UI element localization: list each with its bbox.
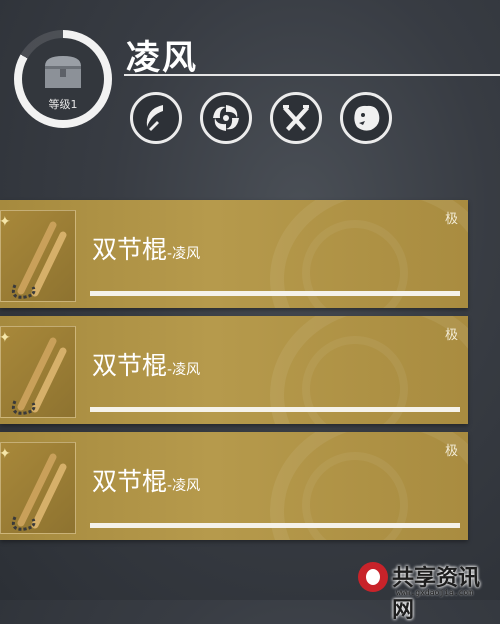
- item-name: 双节棍-凌风: [92, 351, 201, 380]
- chest-icon: [45, 56, 81, 88]
- level-label: 等级1: [48, 98, 78, 111]
- item-card[interactable]: ✦ 双节棍-凌风 极: [0, 316, 468, 424]
- skill-slot-4[interactable]: [340, 92, 392, 144]
- item-name: 双节棍-凌风: [92, 235, 201, 264]
- item-thumbnail: ✦: [0, 442, 76, 534]
- rarity-star-icon: ✦: [0, 214, 11, 230]
- character-header: 等级1 凌风: [0, 0, 500, 200]
- item-progress-bar: [90, 291, 460, 296]
- item-tier: 极: [444, 444, 458, 459]
- item-card[interactable]: ✦ 双节棍-凌风 极: [0, 200, 468, 308]
- watermark-logo-icon: [358, 562, 388, 592]
- item-tier: 极: [444, 212, 458, 227]
- item-progress-bar: [90, 407, 460, 412]
- crescent-slash-icon: [146, 105, 163, 131]
- name-divider: [124, 74, 500, 76]
- nunchaku-icon: [11, 337, 67, 415]
- rarity-star-icon: ✦: [0, 330, 11, 346]
- level-ring: 等级1: [14, 30, 112, 128]
- item-thumbnail: ✦: [0, 326, 76, 418]
- skill-slot-1[interactable]: [130, 92, 182, 144]
- item-suffix: -凌风: [167, 246, 201, 262]
- nunchaku-icon: [11, 221, 67, 299]
- item-card[interactable]: ✦ 双节棍-凌风 极: [0, 432, 468, 540]
- item-suffix: -凌风: [167, 478, 201, 494]
- rarity-star-icon: ✦: [0, 446, 11, 462]
- watermark-url: www.gxdaojia.com: [396, 588, 474, 597]
- skill-slot-3[interactable]: [270, 92, 322, 144]
- crossed-blades-icon: [283, 105, 309, 131]
- nunchaku-icon: [11, 453, 67, 531]
- item-thumbnail: ✦: [0, 210, 76, 302]
- item-progress-bar: [90, 523, 460, 528]
- skill-slot-2[interactable]: [200, 92, 252, 144]
- level-badge: 等级1: [22, 38, 104, 120]
- character-name: 凌风: [126, 38, 198, 78]
- beast-head-icon: [354, 105, 380, 131]
- item-tier: 极: [444, 328, 458, 343]
- item-suffix: -凌风: [167, 362, 201, 378]
- whirlwind-icon: [213, 105, 239, 131]
- item-name: 双节棍-凌风: [92, 467, 201, 496]
